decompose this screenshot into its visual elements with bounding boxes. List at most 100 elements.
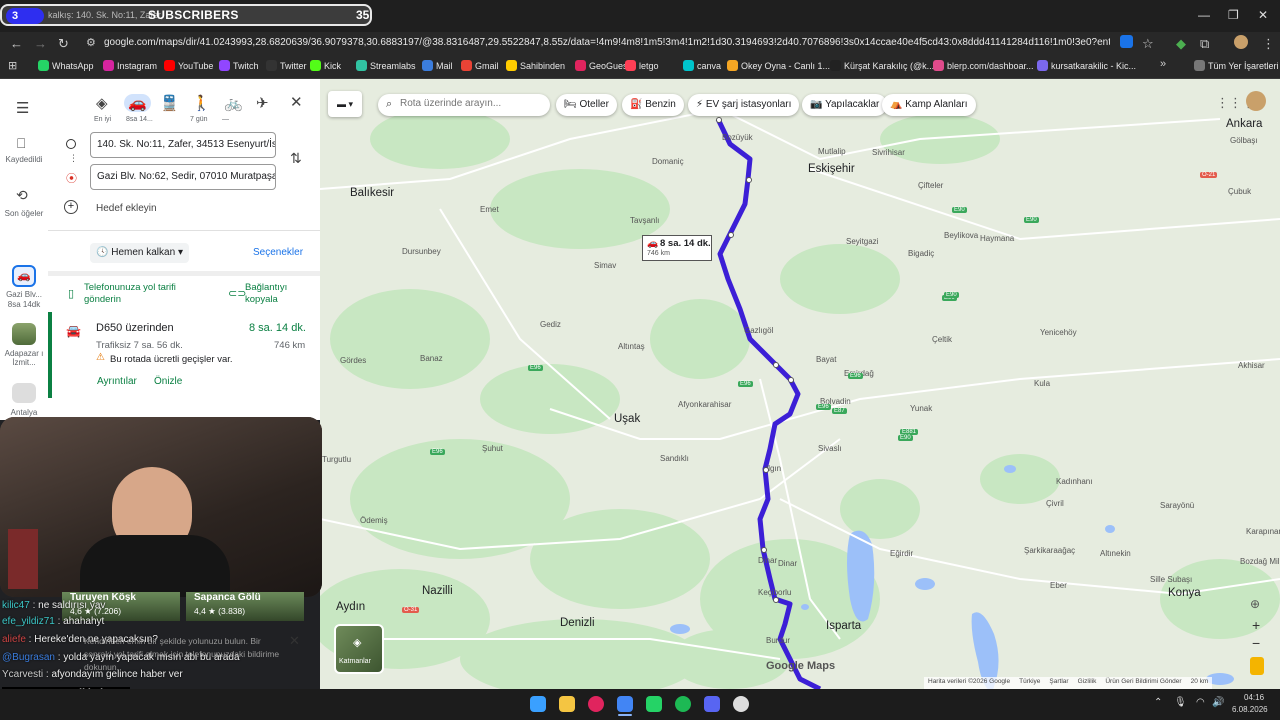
pegman-icon[interactable] (1250, 657, 1264, 675)
close-window-icon[interactable]: ✕ (1258, 8, 1268, 22)
recent-route-line2[interactable]: 8sa 14dk (0, 300, 48, 309)
hamburger-menu-icon[interactable]: ☰ (16, 99, 29, 117)
discord-icon[interactable] (704, 696, 720, 712)
bookmark-6[interactable]: Streamlabs (356, 60, 416, 71)
chip-2[interactable]: ⚡ EV şarj istasyonları (688, 94, 800, 116)
recent-route-line1[interactable]: Gazi Blv... (0, 290, 48, 299)
apps-grid-icon[interactable]: ⊞ (8, 59, 17, 72)
mic-icon[interactable]: 🎙 (1174, 697, 1187, 708)
chip-1[interactable]: ⛽ Benzin (622, 94, 684, 116)
zoom-out-icon[interactable]: − (1252, 635, 1260, 651)
map-canvas[interactable]: ⌕ ▬ ▾ 🛏 Oteller⛽ Benzin⚡ EV şarj istasyo… (320, 79, 1280, 689)
wifi-icon[interactable]: ◠ (1196, 697, 1205, 708)
bookmark-0[interactable]: WhatsApp (38, 60, 94, 71)
walk-icon[interactable]: 🚶 (192, 94, 211, 112)
bookmark-5[interactable]: Kick (310, 60, 341, 71)
route-search-input[interactable] (398, 97, 542, 110)
recent-route-car-icon[interactable]: 🚗 (12, 265, 36, 287)
dismiss-notification-icon[interactable]: ✕ (289, 633, 300, 649)
tray-chevron-icon[interactable]: ⌃ (1154, 697, 1162, 708)
bookmark-9[interactable]: Sahibinden (506, 60, 565, 71)
windows-start-icon[interactable] (530, 696, 546, 712)
chip-3[interactable]: 📷 Yapılacaklar (802, 94, 888, 116)
volume-icon[interactable]: 🔊 (1212, 697, 1224, 708)
car-icon[interactable]: 🚗 (124, 94, 151, 112)
transit-icon[interactable]: 🚆 (160, 94, 179, 112)
my-location-icon[interactable]: ⊕ (1250, 597, 1260, 611)
bookmark-13[interactable]: Okey Oyna - Canlı 1... (727, 60, 830, 71)
chip-0[interactable]: 🛏 Oteller (556, 94, 617, 116)
copy-link-button[interactable]: Bağlantıyı kopyala (245, 282, 305, 306)
bookmark-2[interactable]: YouTube (164, 60, 213, 71)
bookmark-15[interactable]: blerp.com/dashboar... (933, 60, 1034, 71)
all-bookmarks-button[interactable]: Tüm Yer İşaretleri (1194, 60, 1279, 71)
town-label: Sarayönü (1160, 501, 1195, 510)
depart-time-dropdown[interactable]: 🕓 Hemen kalkan ▾ (90, 243, 189, 263)
bookmark-1[interactable]: Instagram (103, 60, 157, 71)
bike-icon[interactable]: 🚲 (224, 94, 243, 112)
send-to-phone-link[interactable]: Telefonunuza yol tarifi gönderin (84, 282, 194, 306)
preview-button[interactable]: Önizle (154, 376, 182, 387)
bookmark-7[interactable]: Mail (422, 60, 453, 71)
zoom-in-icon[interactable]: + (1252, 617, 1260, 633)
recent-label[interactable]: Son öğeler (4, 209, 44, 218)
extension-icon[interactable]: ◆ (1176, 36, 1186, 52)
account-avatar[interactable] (1246, 91, 1266, 111)
layers-button[interactable]: ◈ Katmanlar (334, 624, 384, 674)
bookmark-3[interactable]: Twitch (219, 60, 259, 71)
whatsapp-icon[interactable] (646, 696, 662, 712)
footer-item-5[interactable]: 20 km (1191, 678, 1209, 685)
footer-item-1[interactable]: Türkiye (1019, 678, 1040, 685)
opera-gx-icon[interactable] (588, 696, 604, 712)
maximize-icon[interactable]: ❐ (1228, 8, 1239, 22)
obs-icon[interactable] (733, 696, 749, 712)
route-search-box[interactable]: ⌕ (378, 94, 550, 116)
recent-place2-label[interactable]: Antalya (0, 408, 48, 417)
origin-field[interactable]: 140. Sk. No:11, Zafer, 34513 Esenyurt/İs… (90, 132, 276, 158)
active-tab[interactable]: 3 kalkış: 140. Sk. No:11, Zafer, SUBSCRI… (0, 4, 372, 26)
best-route-icon[interactable]: ◈ (96, 94, 108, 112)
url-field[interactable]: google.com/maps/dir/41.0243993,28.682063… (104, 37, 1110, 48)
close-directions-icon[interactable]: ✕ (290, 93, 303, 111)
saved-icon[interactable]: ⎕ (17, 135, 25, 152)
bookmark-star-icon[interactable]: ☆ (1142, 36, 1154, 52)
bookmark-16[interactable]: kursatkarakilic - Kic... (1037, 60, 1136, 71)
add-destination-icon[interactable]: + (64, 200, 78, 214)
more-bookmarks-icon[interactable]: » (1160, 58, 1166, 70)
spotify-icon[interactable] (675, 696, 691, 712)
bookmark-4[interactable]: Twitter (266, 60, 307, 71)
place-card-1[interactable]: Sapanca Gölü 4,4 ★ (3.838) (186, 592, 304, 621)
footer-item-4[interactable]: Ürün Geri Bildirimi Gönder (1105, 678, 1181, 685)
add-destination-label[interactable]: Hedef ekleyin (96, 203, 157, 214)
profile-avatar[interactable] (1234, 35, 1248, 49)
menu-dots-icon[interactable]: ⋮ (1262, 36, 1275, 52)
flight-icon[interactable]: ✈ (256, 94, 269, 112)
bookmark-8[interactable]: Gmail (461, 60, 499, 71)
chrome-icon[interactable] (617, 696, 633, 712)
recent-place-label[interactable]: Adapazar ı İzmit... (0, 349, 48, 367)
bookmark-12[interactable]: canva (683, 60, 721, 71)
details-button[interactable]: Ayrıntılar (97, 376, 137, 387)
swap-route-icon[interactable]: ⇅ (290, 150, 302, 167)
recent-place2-thumbnail[interactable] (12, 383, 36, 403)
minimize-icon[interactable]: — (1198, 8, 1210, 22)
extensions-puzzle-icon[interactable]: ⧉ (1200, 36, 1209, 52)
reload-icon[interactable]: ↻ (58, 36, 69, 52)
back-icon[interactable]: ← (10, 36, 23, 51)
options-button[interactable]: Seçenekler (253, 247, 303, 258)
bookmark-14[interactable]: Kürşat Karakılıç (@k... (830, 60, 934, 71)
site-info-icon[interactable]: ⚙ (86, 36, 96, 49)
file-explorer-icon[interactable] (559, 696, 575, 712)
saved-label[interactable]: Kaydedildi (0, 155, 48, 164)
translate-icon[interactable] (1120, 35, 1133, 48)
footer-item-2[interactable]: Şartlar (1049, 678, 1068, 685)
recent-place-thumbnail[interactable] (12, 323, 36, 345)
route-time-callout[interactable]: 🚗 8 sa. 14 dk. 746 km (642, 235, 712, 261)
keyboard-toggle-icon[interactable]: ▬ ▾ (328, 91, 362, 117)
bookmark-11[interactable]: letgo (625, 60, 659, 71)
chip-4[interactable]: ⛺ Kamp Alanları (882, 94, 976, 116)
footer-item-3[interactable]: Gizlilik (1078, 678, 1097, 685)
recent-icon[interactable]: ⟲ (16, 187, 28, 204)
destination-field[interactable]: Gazi Blv. No:62, Sedir, 07010 Muratpaşa/… (90, 164, 276, 190)
forward-icon[interactable]: → (34, 36, 47, 51)
